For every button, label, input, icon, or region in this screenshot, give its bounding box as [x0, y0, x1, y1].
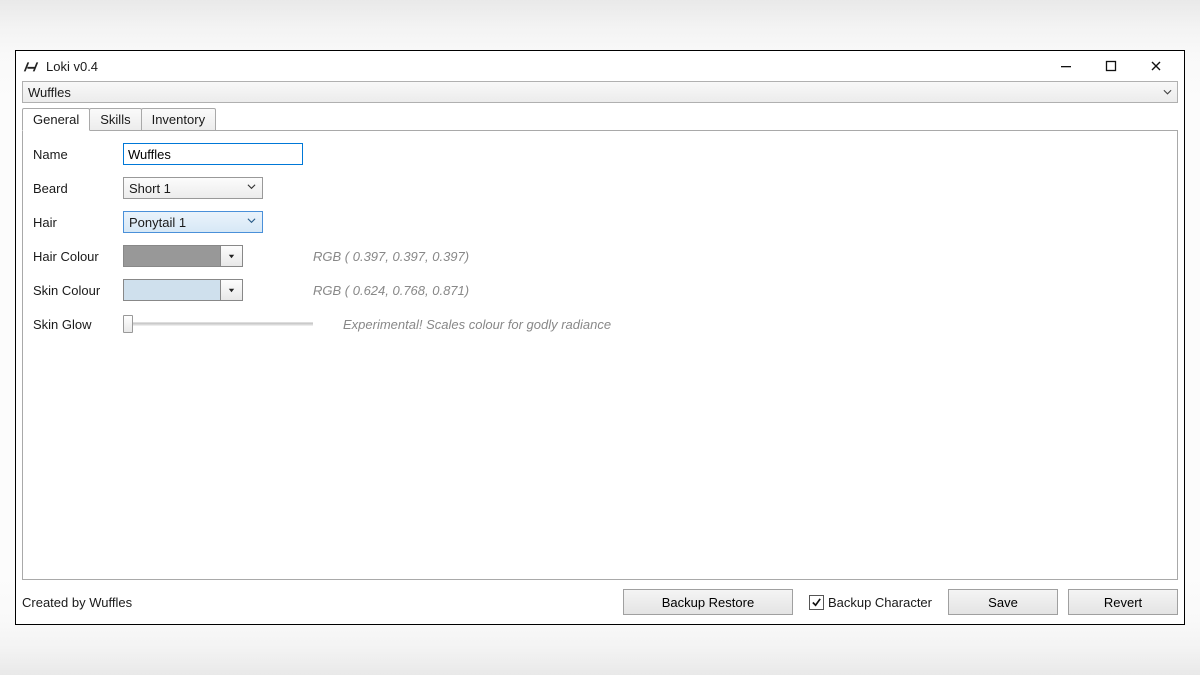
maximize-button[interactable] [1088, 52, 1133, 80]
hair-colour-picker[interactable] [123, 245, 243, 267]
window-title: Loki v0.4 [46, 59, 98, 74]
hair-colour-swatch [123, 245, 221, 267]
beard-label: Beard [33, 181, 123, 196]
chevron-down-icon [1163, 85, 1172, 100]
character-select-value: Wuffles [28, 85, 71, 100]
character-select[interactable]: Wuffles [22, 81, 1178, 103]
app-icon [22, 57, 40, 75]
chevron-down-icon [247, 216, 256, 228]
beard-select-value: Short 1 [129, 181, 171, 196]
skin-glow-label: Skin Glow [33, 317, 123, 332]
credit-text: Created by Wuffles [22, 595, 132, 610]
titlebar: Loki v0.4 [16, 51, 1184, 81]
hair-colour-label: Hair Colour [33, 249, 123, 264]
save-button[interactable]: Save [948, 589, 1058, 615]
checkbox-icon [809, 595, 824, 610]
skin-glow-slider[interactable] [123, 314, 313, 334]
slider-track [127, 323, 313, 326]
backup-restore-button[interactable]: Backup Restore [623, 589, 793, 615]
beard-select[interactable]: Short 1 [123, 177, 263, 199]
skin-colour-label: Skin Colour [33, 283, 123, 298]
skin-glow-hint: Experimental! Scales colour for godly ra… [343, 317, 611, 332]
name-input[interactable] [123, 143, 303, 165]
tab-inventory[interactable]: Inventory [141, 108, 216, 131]
hair-colour-dropdown-button[interactable] [221, 245, 243, 267]
general-panel: Name Beard Short 1 Hair Ponytail 1 [22, 130, 1178, 580]
hair-label: Hair [33, 215, 123, 230]
skin-colour-hint: RGB ( 0.624, 0.768, 0.871) [313, 283, 469, 298]
name-label: Name [33, 147, 123, 162]
skin-colour-dropdown-button[interactable] [221, 279, 243, 301]
slider-thumb[interactable] [123, 315, 133, 333]
app-window: Loki v0.4 Wuffles General Skills Invento… [15, 50, 1185, 625]
backup-character-label: Backup Character [828, 595, 932, 610]
hair-select-value: Ponytail 1 [129, 215, 186, 230]
chevron-down-icon [247, 182, 256, 194]
close-button[interactable] [1133, 52, 1178, 80]
skin-colour-swatch [123, 279, 221, 301]
backup-character-checkbox[interactable]: Backup Character [809, 595, 932, 610]
minimize-button[interactable] [1043, 52, 1088, 80]
hair-colour-hint: RGB ( 0.397, 0.397, 0.397) [313, 249, 469, 264]
revert-button[interactable]: Revert [1068, 589, 1178, 615]
footer: Created by Wuffles Backup Restore Backup… [22, 584, 1178, 620]
tab-general[interactable]: General [22, 108, 90, 131]
hair-select[interactable]: Ponytail 1 [123, 211, 263, 233]
tab-bar: General Skills Inventory [22, 107, 1178, 130]
tab-skills[interactable]: Skills [89, 108, 141, 131]
content-area: General Skills Inventory Name Beard Shor… [22, 107, 1178, 580]
skin-colour-picker[interactable] [123, 279, 243, 301]
